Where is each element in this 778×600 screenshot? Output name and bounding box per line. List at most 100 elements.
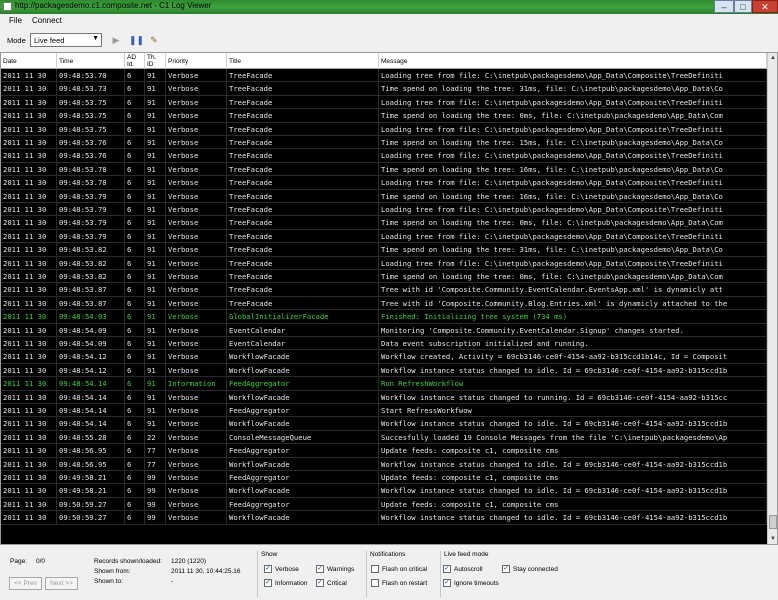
table-row[interactable]: 2011 11 30 09:48:54.14 6 91 Information FeedA… bbox=[1, 377, 767, 391]
cell-message: Monitoring 'Composite.Community.EventCal… bbox=[379, 323, 767, 337]
cell-message: Workflow instance status changed to idle… bbox=[379, 484, 767, 498]
cell-th: 91 bbox=[145, 122, 166, 136]
clear-broom-icon[interactable]: ✎ bbox=[148, 34, 160, 46]
table-row[interactable]: 2011 11 30 09:48:53.87 6 91 Verbose TreeFacad… bbox=[1, 283, 767, 297]
table-row[interactable]: 2011 11 30 09:48:53.82 6 91 Verbose TreeFacad… bbox=[1, 256, 767, 270]
cell-date: 2011 11 30 bbox=[1, 229, 57, 243]
cell-date: 2011 11 30 bbox=[1, 270, 57, 283]
table-row[interactable]: 2011 11 30 09:48:54.12 6 91 Verbose WorkflowF… bbox=[1, 363, 767, 378]
vertical-scrollbar[interactable]: ▲ ▼ bbox=[767, 53, 777, 544]
cell-priority: Verbose bbox=[166, 471, 227, 484]
table-row[interactable]: 2011 11 30 09:48:54.14 6 91 Verbose WorkflowF… bbox=[1, 390, 767, 404]
flash-restart-checkbox[interactable]: Flash on restart bbox=[371, 579, 427, 587]
cell-time: 09:48:53.79 bbox=[57, 189, 125, 203]
autoscroll-checkbox[interactable]: ✓ Autoscroll bbox=[443, 565, 483, 573]
minimize-icon[interactable]: – bbox=[714, 0, 734, 13]
table-row[interactable]: 2011 11 30 09:48:53.75 6 91 Verbose TreeFacad… bbox=[1, 109, 767, 123]
col-ad-id[interactable]: AD Id. bbox=[125, 53, 145, 69]
table-row[interactable]: 2011 11 30 09:49:58.21 6 99 Verbose WorkflowF… bbox=[1, 484, 767, 498]
table-row[interactable]: 2011 11 30 09:48:53.76 6 91 Verbose TreeFacad… bbox=[1, 149, 767, 163]
table-row[interactable]: 2011 11 30 09:49:58.21 6 99 Verbose FeedAggre… bbox=[1, 471, 767, 485]
table-row[interactable]: 2011 11 30 09:48:54.14 6 91 Verbose WorkflowF… bbox=[1, 417, 767, 431]
table-row[interactable]: 2011 11 30 09:48:53.82 6 91 Verbose TreeFacad… bbox=[1, 270, 767, 284]
cell-time: 09:48:54.03 bbox=[57, 310, 125, 324]
cell-th: 91 bbox=[145, 337, 166, 350]
table-row[interactable]: 2011 11 30 09:48:53.79 6 91 Verbose TreeFacad… bbox=[1, 229, 767, 244]
table-row[interactable]: 2011 11 30 09:48:53.78 6 91 Verbose TreeFacad… bbox=[1, 176, 767, 190]
pause-icon[interactable]: ❚❚ bbox=[129, 34, 144, 46]
cell-title: FeedAggregator bbox=[227, 444, 379, 458]
play-icon[interactable]: ▶ bbox=[110, 34, 122, 46]
table-row[interactable]: 2011 11 30 09:48:54.03 6 91 Verbose GlobalIni… bbox=[1, 310, 767, 324]
cell-th: 91 bbox=[145, 350, 166, 364]
table-row[interactable]: 2011 11 30 09:48:53.78 6 91 Verbose TreeFacad… bbox=[1, 162, 767, 177]
prev-button[interactable]: << Prev bbox=[9, 577, 42, 590]
table-row[interactable]: 2011 11 30 09:48:53.79 6 91 Verbose TreeFacad… bbox=[1, 189, 767, 203]
cell-title: TreeFacade bbox=[227, 296, 379, 310]
table-row[interactable]: 2011 11 30 09:48:53.73 6 91 Verbose TreeFacad… bbox=[1, 82, 767, 96]
table-row[interactable]: 2011 11 30 09:50:59.27 6 99 Verbose FeedAggre… bbox=[1, 497, 767, 512]
flash-critical-checkbox[interactable]: Flash on critical bbox=[371, 565, 427, 573]
scroll-up-icon[interactable]: ▲ bbox=[768, 53, 777, 63]
table-row[interactable]: 2011 11 30 09:48:53.75 6 91 Verbose TreeFacad… bbox=[1, 122, 767, 136]
log-grid[interactable]: Date Time AD Id. Th. ID Priority Title M… bbox=[0, 52, 778, 545]
table-row[interactable]: 2011 11 30 09:48:53.76 6 91 Verbose TreeFacad… bbox=[1, 136, 767, 150]
cell-message: Workflow instance status changed to idle… bbox=[379, 417, 767, 431]
cell-ad: 6 bbox=[125, 417, 145, 431]
close-icon[interactable]: ✕ bbox=[752, 0, 778, 13]
table-row[interactable]: 2011 11 30 09:48:53.75 6 91 Verbose TreeFacad… bbox=[1, 95, 767, 110]
table-row[interactable]: 2011 11 30 09:48:54.14 6 91 Verbose FeedAggre… bbox=[1, 404, 767, 418]
menu-connect[interactable]: Connect bbox=[32, 16, 62, 25]
table-row[interactable]: 2011 11 30 09:48:54.09 6 91 Verbose EventCale… bbox=[1, 323, 767, 337]
cell-ad: 6 bbox=[125, 390, 145, 404]
cell-message: Time spend on loading the tree: 31ms, fi… bbox=[379, 243, 767, 257]
cell-title: TreeFacade bbox=[227, 216, 379, 230]
table-row[interactable]: 2011 11 30 09:48:54.12 6 91 Verbose WorkflowF… bbox=[1, 350, 767, 364]
cell-date: 2011 11 30 bbox=[1, 189, 57, 203]
table-row[interactable]: 2011 11 30 09:48:53.79 6 91 Verbose TreeFacad… bbox=[1, 203, 767, 217]
cell-ad: 6 bbox=[125, 444, 145, 458]
cell-time: 09:48:54.14 bbox=[57, 404, 125, 417]
table-row[interactable]: 2011 11 30 09:48:53.82 6 91 Verbose TreeFacad… bbox=[1, 243, 767, 257]
table-row[interactable]: 2011 11 30 09:48:54.09 6 91 Verbose EventCale… bbox=[1, 337, 767, 351]
verbose-checkbox[interactable]: ✓ Verbose bbox=[264, 565, 299, 573]
cell-title: FeedAggregator bbox=[227, 377, 379, 391]
table-row[interactable]: 2011 11 30 09:48:53.70 6 91 Verbose TreeFacad… bbox=[1, 69, 767, 83]
table-row[interactable]: 2011 11 30 09:48:53.87 6 91 Verbose TreeFacad… bbox=[1, 296, 767, 311]
table-row[interactable]: 2011 11 30 09:48:55.28 6 22 Verbose ConsoleMe… bbox=[1, 430, 767, 445]
mode-select[interactable]: Live feed ▼ bbox=[30, 33, 102, 47]
cell-ad: 6 bbox=[125, 189, 145, 203]
cell-message: Update feeds: composite c1, composite cm… bbox=[379, 497, 767, 511]
col-date[interactable]: Date bbox=[1, 53, 57, 69]
cell-ad: 6 bbox=[125, 95, 145, 109]
cell-priority: Verbose bbox=[166, 176, 227, 190]
col-message[interactable]: Message bbox=[379, 53, 767, 69]
maximize-icon[interactable]: □ bbox=[734, 0, 752, 13]
table-row[interactable]: 2011 11 30 09:48:53.79 6 91 Verbose TreeFacad… bbox=[1, 216, 767, 230]
cell-date: 2011 11 30 bbox=[1, 95, 57, 109]
scroll-down-icon[interactable]: ▼ bbox=[768, 534, 777, 544]
table-row[interactable]: 2011 11 30 09:48:56.95 6 77 Verbose WorkflowF… bbox=[1, 457, 767, 471]
col-priority[interactable]: Priority bbox=[166, 53, 227, 69]
cell-th: 22 bbox=[145, 430, 166, 444]
stay-connected-checkbox[interactable]: ✓ Stay connected bbox=[502, 565, 558, 573]
cell-message: Time spend on loading the tree: 0ms, fil… bbox=[379, 109, 767, 123]
col-title[interactable]: Title bbox=[227, 53, 379, 69]
cell-priority: Verbose bbox=[166, 444, 227, 458]
cell-ad: 6 bbox=[125, 243, 145, 257]
next-button[interactable]: Next >> bbox=[45, 577, 78, 590]
table-row[interactable]: 2011 11 30 09:48:56.95 6 77 Verbose FeedAggre… bbox=[1, 444, 767, 458]
critical-checkbox[interactable]: ✓ Critical bbox=[316, 579, 347, 587]
warnings-checkbox[interactable]: ✓ Warnings bbox=[316, 565, 354, 573]
col-time[interactable]: Time bbox=[57, 53, 125, 69]
scroll-thumb[interactable] bbox=[769, 515, 777, 529]
cell-ad: 6 bbox=[125, 377, 145, 391]
cell-ad: 6 bbox=[125, 283, 145, 297]
ignore-timeouts-checkbox[interactable]: ✓ Ignore timeouts bbox=[443, 579, 499, 587]
col-th-id[interactable]: Th. ID bbox=[145, 53, 166, 69]
cell-ad: 6 bbox=[125, 323, 145, 337]
menu-file[interactable]: File bbox=[9, 16, 22, 25]
information-checkbox[interactable]: ✓ Information bbox=[264, 579, 308, 587]
window-titlebar[interactable]: http://packagesdemo.c1.composite.net - C… bbox=[0, 0, 778, 14]
table-row[interactable]: 2011 11 30 09:50:59.27 6 99 Verbose WorkflowF… bbox=[1, 511, 767, 525]
